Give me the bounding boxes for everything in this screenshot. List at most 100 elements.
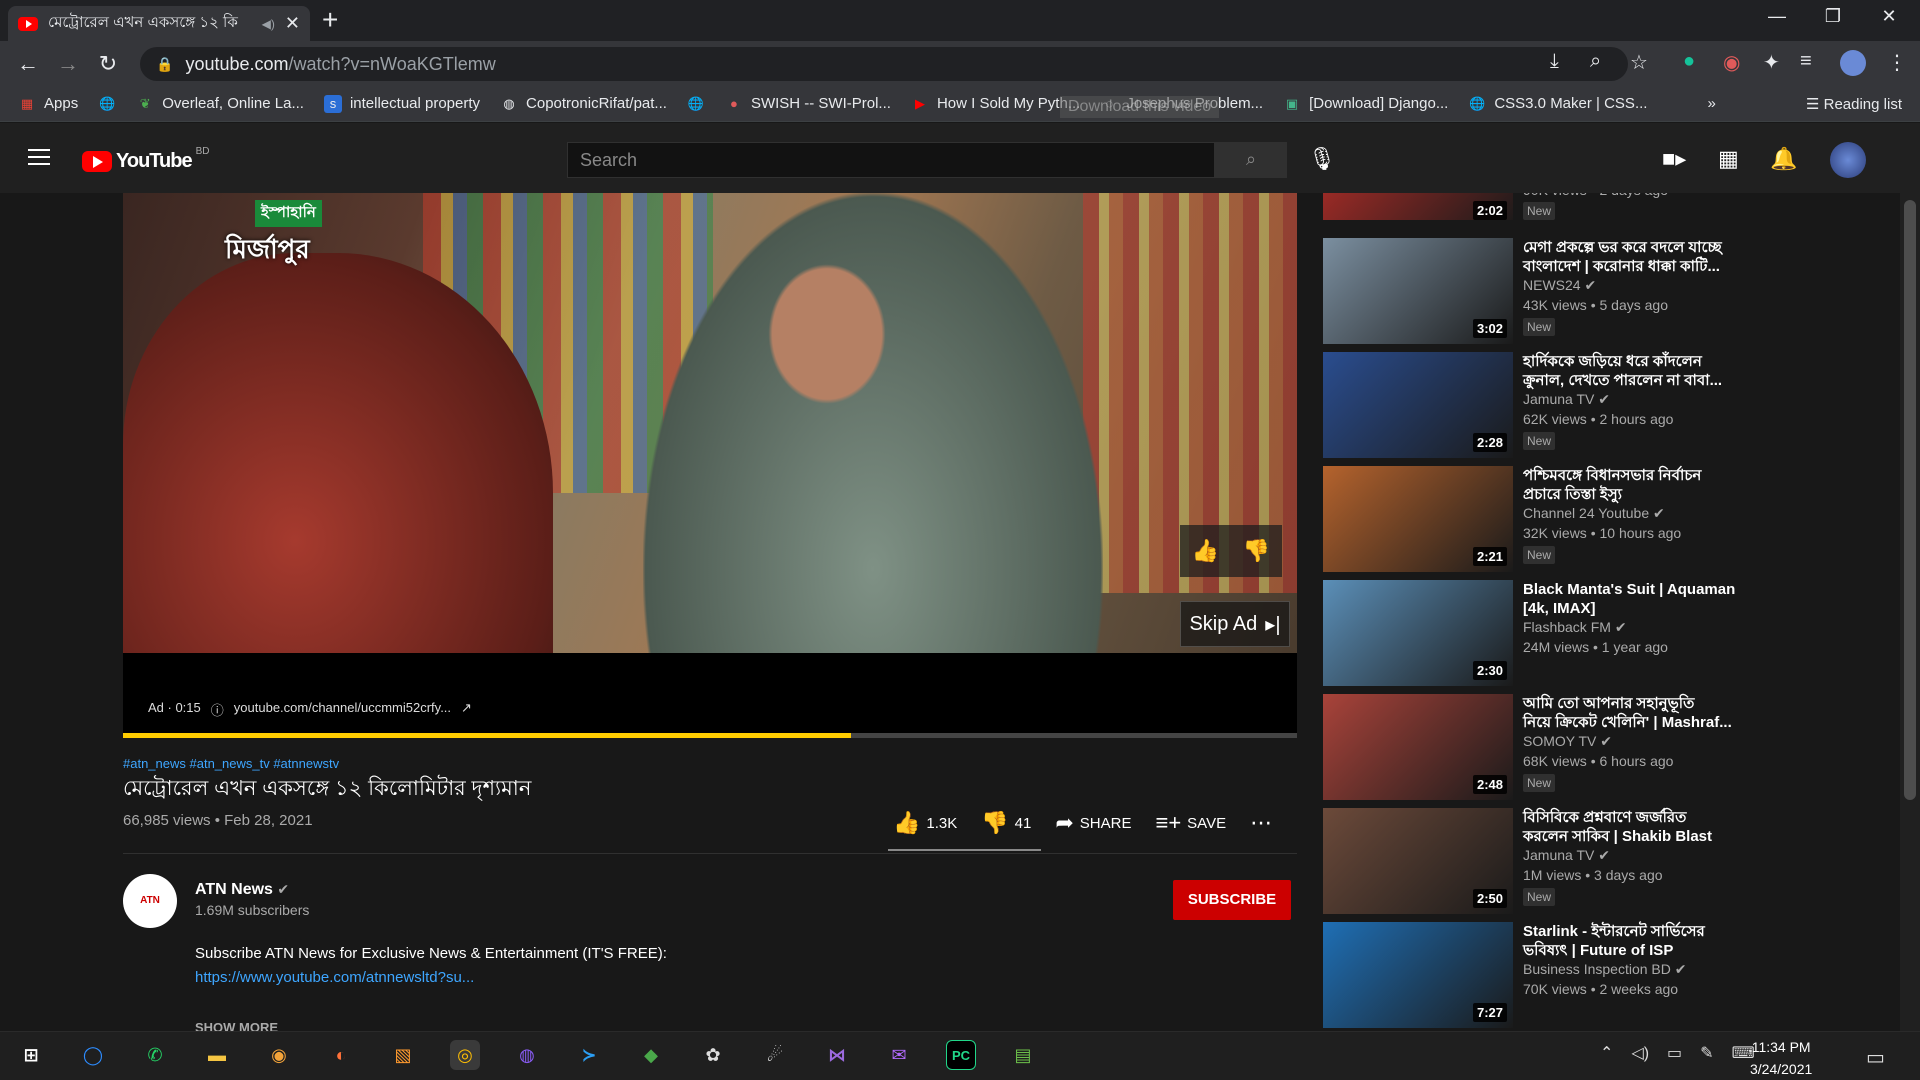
pycharm-icon[interactable]: PC (946, 1040, 976, 1070)
app-icon[interactable]: ◉ (264, 1040, 294, 1070)
mute-icon[interactable]: ◀) (262, 17, 275, 31)
dislike-button[interactable]: 👎 41 (981, 810, 1031, 836)
address-bar[interactable]: 🔒 youtube.com/watch?v=nWoaKGTlemw (140, 47, 1628, 81)
video-thumbnail[interactable]: 3:02 (1323, 238, 1513, 344)
notifications-bell-icon[interactable]: 🔔 (1770, 146, 1797, 172)
maximize-icon[interactable]: ❐ (1810, 6, 1856, 27)
related-title[interactable]: মেগা প্রকল্পে ভর করে বদলে যাচ্ছে বাংলাদে… (1523, 238, 1753, 276)
close-tab-icon[interactable]: ✕ (285, 13, 300, 34)
profile-avatar[interactable] (1840, 50, 1866, 76)
video-thumbnail[interactable]: 2:28 (1323, 352, 1513, 458)
skip-ad-button[interactable]: Skip Ad ▸| (1180, 601, 1290, 647)
related-video-item[interactable]: 2:30 Black Manta's Suit | Aquaman [4k, I… (1323, 580, 1753, 688)
download-video-overlay[interactable]: Download this video (1060, 96, 1220, 118)
grammarly-icon[interactable]: ● (1683, 50, 1695, 73)
external-link-icon[interactable]: ↗ (461, 700, 472, 719)
bookmark-django[interactable]: ▣ [Download] Django... (1283, 95, 1448, 113)
visual-studio-icon[interactable]: ⋈ (822, 1040, 852, 1070)
bookmark-swish[interactable]: ● SWISH -- SWI-Prol... (725, 95, 891, 113)
user-avatar[interactable] (1830, 142, 1866, 178)
related-channel[interactable]: Channel 24 Youtube ✔ (1523, 505, 1665, 522)
extension-icon[interactable]: ◉ (1723, 50, 1740, 75)
video-thumbnail[interactable]: 2:50 (1323, 808, 1513, 914)
video-thumbnail[interactable]: 7:27 (1323, 922, 1513, 1028)
description-link[interactable]: https://www.youtube.com/atnnewsltd?su... (195, 969, 474, 986)
windows-start-icon[interactable]: ⊞ (16, 1040, 46, 1070)
channel-name[interactable]: ATN News ✔ (195, 881, 289, 899)
ad-url[interactable]: youtube.com/channel/uccmmi52crfy... (234, 700, 451, 719)
info-icon[interactable]: ⓘ (211, 700, 224, 719)
bookmarks-overflow-icon[interactable]: » (1707, 95, 1715, 112)
bookmark-globe-2[interactable]: 🌐 (687, 95, 705, 113)
bookmark-css[interactable]: 🌐 CSS3.0 Maker | CSS... (1468, 95, 1647, 113)
forward-icon[interactable]: → (48, 51, 88, 77)
video-player[interactable] (123, 193, 1297, 733)
reload-icon[interactable]: ↻ (88, 51, 128, 77)
share-button[interactable]: ➦ SHARE (1055, 810, 1131, 836)
related-video-item[interactable]: 3:02 মেগা প্রকল্পে ভর করে বদলে যাচ্ছে বা… (1323, 238, 1753, 346)
reading-list[interactable]: ☰ Reading list (1806, 95, 1902, 113)
related-title[interactable]: Black Manta's Suit | Aquaman [4k, IMAX] (1523, 580, 1753, 618)
create-video-icon[interactable]: ■▸ (1662, 146, 1686, 172)
related-video-item[interactable]: 2:50 বিসিবিকে প্রশ্নবাণে জর্জরিত করলেন স… (1323, 808, 1753, 916)
related-title[interactable]: বিসিবিকে প্রশ্নবাণে জর্জরিত করলেন সাকিব … (1523, 808, 1753, 846)
firefox-icon[interactable]: ◐ (326, 1040, 356, 1070)
save-button[interactable]: ≡+ SAVE (1155, 810, 1226, 836)
bookmark-github[interactable]: ◍ CopotronicRifat/pat... (500, 95, 667, 113)
related-video-item[interactable]: 2:21 পশ্চিমবঙ্গে বিধানসভার নির্বাচন প্রচ… (1323, 466, 1753, 574)
install-icon[interactable]: ⤓ (1550, 50, 1559, 73)
media-control-icon[interactable]: ≡ (1800, 50, 1812, 73)
video-thumbnail[interactable]: 2:30 (1323, 580, 1513, 686)
thumbs-down-icon[interactable]: 👎 (1243, 538, 1270, 564)
app-icon[interactable]: ▤ (1008, 1040, 1038, 1070)
related-title[interactable]: হার্দিককে জড়িয়ে ধরে কাঁদলেন ক্রুনাল, দ… (1523, 352, 1753, 390)
subscribe-button[interactable]: SUBSCRIBE (1173, 880, 1291, 920)
related-video-item[interactable]: 2:48 আমি তো আপনার সহানুভূতি নিয়ে ক্রিকে… (1323, 694, 1753, 802)
search-taskbar-icon[interactable]: ◯ (78, 1040, 108, 1070)
microphone-icon[interactable]: 🎙 (1308, 146, 1336, 172)
chrome-icon[interactable]: ◎ (450, 1040, 480, 1070)
app-icon[interactable]: ▧ (388, 1040, 418, 1070)
bookmark-ip[interactable]: s intellectual property (323, 94, 480, 113)
close-window-icon[interactable]: ✕ (1866, 6, 1912, 27)
related-channel[interactable]: NEWS24 ✔ (1523, 277, 1596, 294)
messenger-icon[interactable]: ✉ (884, 1040, 914, 1070)
video-thumbnail[interactable]: 2:21 (1323, 466, 1513, 572)
video-thumbnail[interactable]: 2:48 (1323, 694, 1513, 800)
taskbar-clock[interactable]: 11:34 PM 3/24/2021 (1750, 1036, 1812, 1080)
extensions-puzzle-icon[interactable]: ✦ (1763, 50, 1780, 75)
menu-kebab-icon[interactable]: ⋮ (1887, 50, 1907, 75)
bookmark-apps[interactable]: ▦ Apps (18, 95, 78, 113)
notifications-icon[interactable]: ▭ (1866, 1045, 1885, 1070)
hamburger-menu-icon[interactable] (28, 149, 50, 165)
volume-icon[interactable]: ◁) (1631, 1043, 1649, 1063)
related-channel[interactable]: Business Inspection BD ✔ (1523, 961, 1686, 978)
tab-active[interactable]: মেট্রোরেল এখন একসঙ্গে ১২ কি ◀) ✕ (8, 6, 310, 41)
bookmark-star-icon[interactable]: ☆ (1630, 50, 1648, 75)
related-channel[interactable]: Jamuna TV ✔ (1523, 847, 1610, 864)
bookmark-overleaf[interactable]: ❦ Overleaf, Online La... (136, 95, 304, 113)
tray-chevron-icon[interactable]: ⌃ (1600, 1043, 1613, 1063)
bookmark-youtube[interactable]: ▶ How I Sold My Pyth... (911, 95, 1080, 113)
app-icon[interactable]: ◆ (636, 1040, 666, 1070)
vscode-icon[interactable]: ≻ (574, 1040, 604, 1070)
like-button[interactable]: 👍 1.3K (893, 810, 957, 836)
thumbs-up-icon[interactable]: 👍 (1192, 538, 1219, 564)
pen-icon[interactable]: ✎ (1700, 1043, 1713, 1063)
apps-grid-icon[interactable]: ▦ (1718, 146, 1739, 172)
search-button[interactable]: ⌕ (1215, 142, 1287, 178)
related-title[interactable]: আমি তো আপনার সহানুভূতি নিয়ে ক্রিকেট খেল… (1523, 694, 1753, 732)
minimize-icon[interactable]: — (1754, 6, 1800, 27)
app-icon[interactable]: ✿ (698, 1040, 728, 1070)
related-video-item[interactable]: 2:28 হার্দিককে জড়িয়ে ধরে কাঁদলেন ক্রুন… (1323, 352, 1753, 460)
bookmark-globe[interactable]: 🌐 (98, 95, 116, 113)
zoom-icon[interactable]: ⌕ (1590, 50, 1601, 73)
file-explorer-icon[interactable]: ▬ (202, 1040, 232, 1070)
app-icon[interactable]: ☄ (760, 1040, 790, 1070)
github-desktop-icon[interactable]: ◍ (512, 1040, 542, 1070)
scrollbar-thumb[interactable] (1904, 200, 1916, 800)
whatsapp-icon[interactable]: ✆ (140, 1040, 170, 1070)
youtube-logo[interactable]: YouTube BD (82, 146, 209, 173)
related-channel[interactable]: SOMOY TV ✔ (1523, 733, 1612, 750)
search-input[interactable]: Search (567, 142, 1215, 178)
